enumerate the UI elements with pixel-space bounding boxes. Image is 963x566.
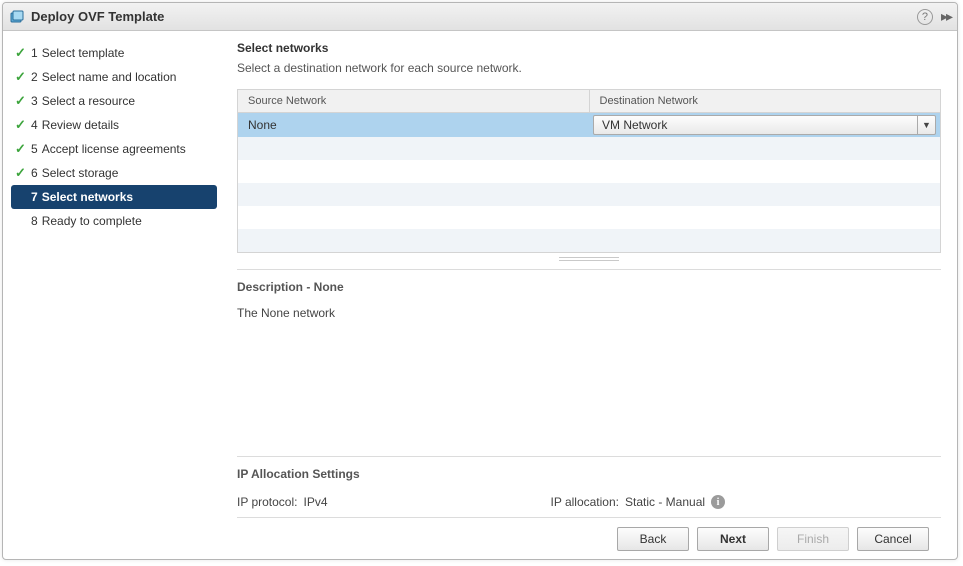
step-label: Ready to complete bbox=[42, 214, 142, 228]
step-select-resource[interactable]: ✓ 3 Select a resource bbox=[11, 89, 217, 113]
check-icon: ✓ bbox=[15, 93, 31, 109]
step-select-name-location[interactable]: ✓ 2 Select name and location bbox=[11, 65, 217, 89]
ip-allocation-value: Static - Manual bbox=[625, 495, 705, 509]
wizard-main-panel: Select networks Select a destination net… bbox=[221, 31, 957, 559]
description-heading: Description - None bbox=[237, 280, 941, 294]
table-row bbox=[238, 206, 940, 229]
help-icon[interactable]: ? bbox=[917, 9, 933, 25]
step-label: Select networks bbox=[42, 190, 133, 204]
cancel-button[interactable]: Cancel bbox=[857, 527, 929, 551]
check-icon: ✓ bbox=[15, 165, 31, 181]
page-heading: Select networks bbox=[237, 41, 941, 55]
wizard-sidebar: ✓ 1 Select template ✓ 2 Select name and … bbox=[3, 31, 221, 559]
source-network-cell: None bbox=[238, 115, 589, 135]
ip-protocol-label: IP protocol: bbox=[237, 495, 297, 509]
ip-allocation-section: IP Allocation Settings IP protocol: IPv4… bbox=[237, 456, 941, 517]
step-select-networks[interactable]: ✓ 7 Select networks bbox=[11, 185, 217, 209]
back-button[interactable]: Back bbox=[617, 527, 689, 551]
destination-network-select[interactable]: VM Network ▼ bbox=[593, 115, 936, 135]
table-row bbox=[238, 229, 940, 252]
page-subtitle: Select a destination network for each so… bbox=[237, 61, 941, 75]
step-label: Select name and location bbox=[42, 70, 177, 84]
next-button[interactable]: Next bbox=[697, 527, 769, 551]
deploy-ovf-dialog: Deploy OVF Template ? ▸▸ ✓ 1 Select temp… bbox=[2, 2, 958, 560]
ip-allocation-label: IP allocation: bbox=[551, 495, 620, 509]
step-review-details[interactable]: ✓ 4 Review details bbox=[11, 113, 217, 137]
splitter-handle[interactable] bbox=[237, 255, 941, 263]
step-select-template[interactable]: ✓ 1 Select template bbox=[11, 41, 217, 65]
ip-allocation-heading: IP Allocation Settings bbox=[237, 467, 941, 481]
step-label: Select template bbox=[42, 46, 125, 60]
col-source-network[interactable]: Source Network bbox=[238, 90, 589, 113]
check-icon: ✓ bbox=[15, 117, 31, 133]
check-icon: ✓ bbox=[15, 45, 31, 61]
table-row bbox=[238, 183, 940, 206]
dialog-body: ✓ 1 Select template ✓ 2 Select name and … bbox=[3, 31, 957, 559]
step-label: Accept license agreements bbox=[42, 142, 186, 156]
table-row bbox=[238, 137, 940, 160]
check-icon: ✓ bbox=[15, 141, 31, 157]
step-label: Select a resource bbox=[42, 94, 135, 108]
expand-icon[interactable]: ▸▸ bbox=[941, 8, 951, 25]
ovf-icon bbox=[9, 9, 25, 25]
info-icon[interactable]: i bbox=[711, 495, 725, 509]
wizard-footer: Back Next Finish Cancel bbox=[237, 517, 941, 559]
col-destination-network[interactable]: Destination Network bbox=[589, 90, 940, 113]
titlebar: Deploy OVF Template ? ▸▸ bbox=[3, 3, 957, 31]
step-label: Review details bbox=[42, 118, 119, 132]
chevron-down-icon: ▼ bbox=[917, 116, 935, 134]
finish-button: Finish bbox=[777, 527, 849, 551]
description-section: Description - None The None network bbox=[237, 269, 941, 320]
step-select-storage[interactable]: ✓ 6 Select storage bbox=[11, 161, 217, 185]
network-table: Source Network Destination Network None … bbox=[237, 89, 941, 253]
table-row[interactable]: None VM Network ▼ bbox=[238, 113, 940, 138]
step-accept-license[interactable]: ✓ 5 Accept license agreements bbox=[11, 137, 217, 161]
window-title: Deploy OVF Template bbox=[31, 9, 917, 24]
ip-protocol-value: IPv4 bbox=[303, 495, 327, 509]
description-body: The None network bbox=[237, 306, 941, 320]
check-icon: ✓ bbox=[15, 69, 31, 85]
step-ready-complete: 8 Ready to complete bbox=[11, 209, 217, 233]
step-label: Select storage bbox=[42, 166, 119, 180]
table-row bbox=[238, 160, 940, 183]
